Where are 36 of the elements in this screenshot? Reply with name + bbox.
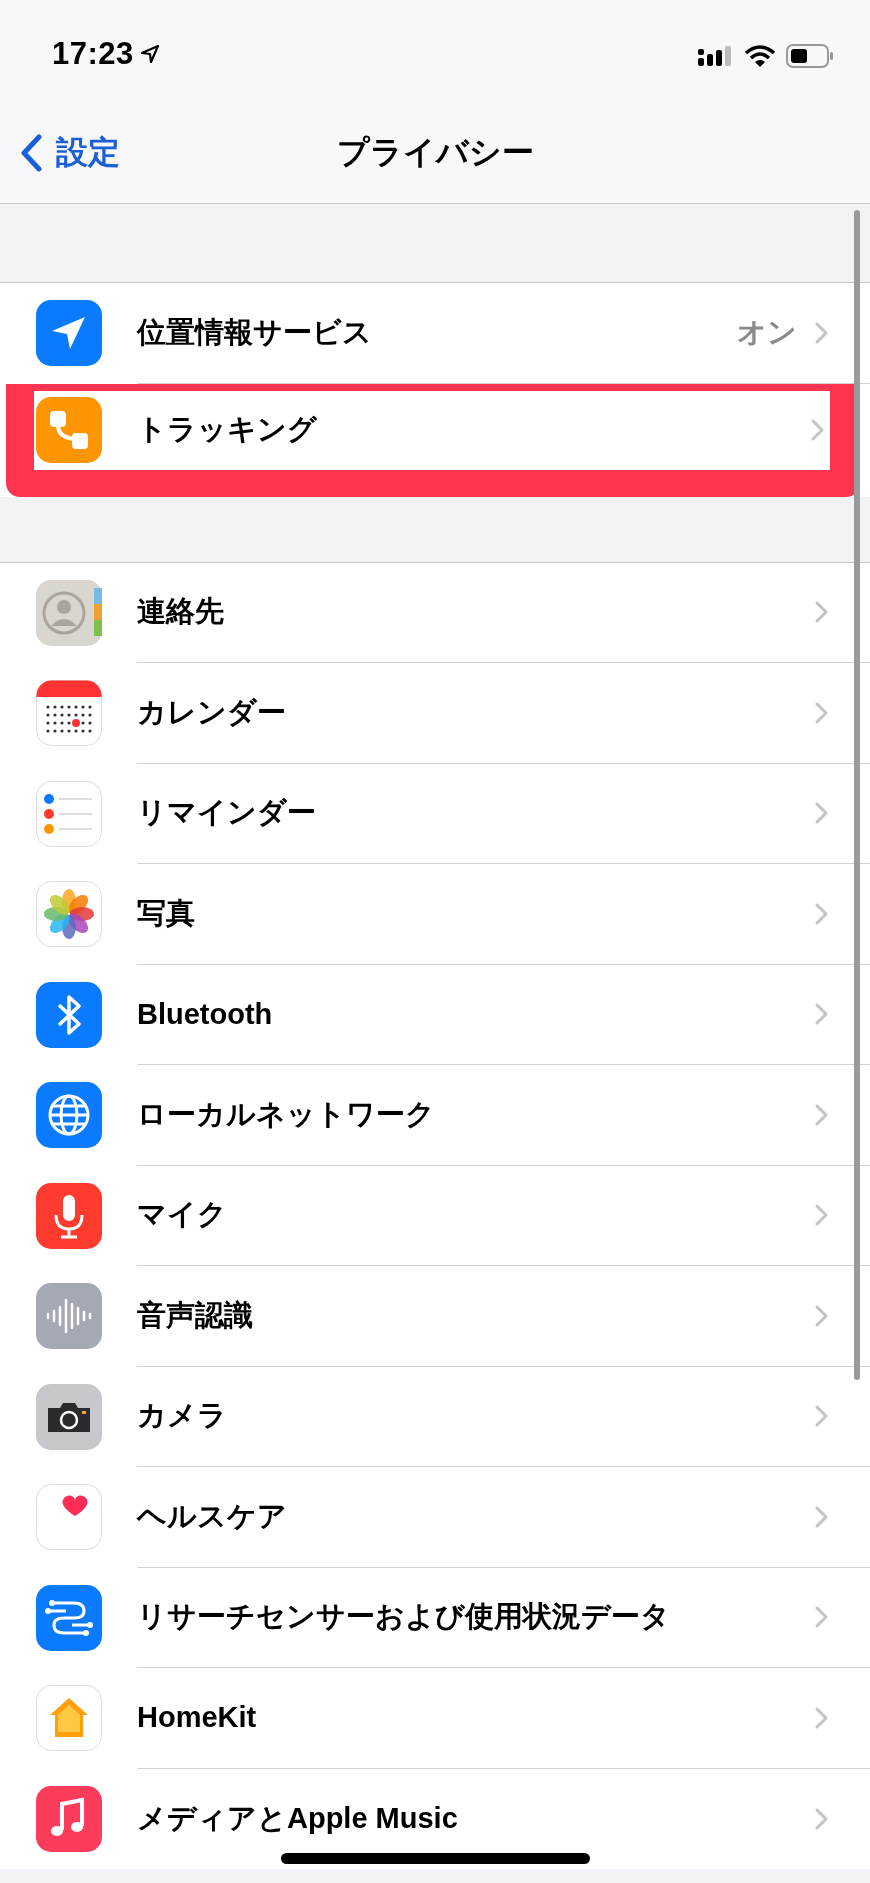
back-chevron-icon	[20, 133, 42, 172]
chevron-icon	[815, 1807, 828, 1830]
chevron-icon	[815, 1405, 828, 1428]
camera-icon	[36, 1383, 102, 1450]
calendar-icon	[36, 680, 102, 747]
person-icon	[36, 579, 102, 646]
clock-time: 17:23	[52, 36, 134, 72]
chevron-icon	[811, 419, 824, 441]
chevron-icon	[815, 1505, 828, 1528]
chevron-icon	[815, 1304, 828, 1327]
signal-icon	[698, 45, 734, 67]
house-icon	[36, 1685, 102, 1752]
music-note-icon	[36, 1785, 102, 1852]
chevron-icon	[815, 802, 828, 825]
chevron-icon	[815, 321, 828, 344]
globe-icon	[36, 1082, 102, 1149]
flower-icon	[36, 881, 102, 948]
waveform-icon	[36, 1283, 102, 1350]
location-arrow-icon	[139, 44, 160, 64]
chevron-icon	[815, 1103, 828, 1126]
chevron-icon	[815, 1606, 828, 1629]
connected-lines-icon	[36, 1584, 102, 1651]
back-button[interactable]: 設定	[0, 130, 120, 175]
chevron-icon	[815, 601, 828, 624]
list-icon	[36, 780, 102, 847]
bluetooth-icon	[36, 981, 102, 1048]
chevron-icon	[815, 1706, 828, 1729]
wifi-icon	[744, 45, 776, 67]
page-title: プライバシー	[336, 133, 534, 170]
chevron-icon	[815, 1003, 828, 1026]
chevron-icon	[815, 1204, 828, 1227]
chevron-icon	[815, 701, 828, 724]
battery-icon	[786, 44, 834, 68]
chevron-icon	[815, 902, 828, 925]
tracking-path-icon	[36, 397, 102, 463]
microphone-icon	[36, 1182, 102, 1249]
